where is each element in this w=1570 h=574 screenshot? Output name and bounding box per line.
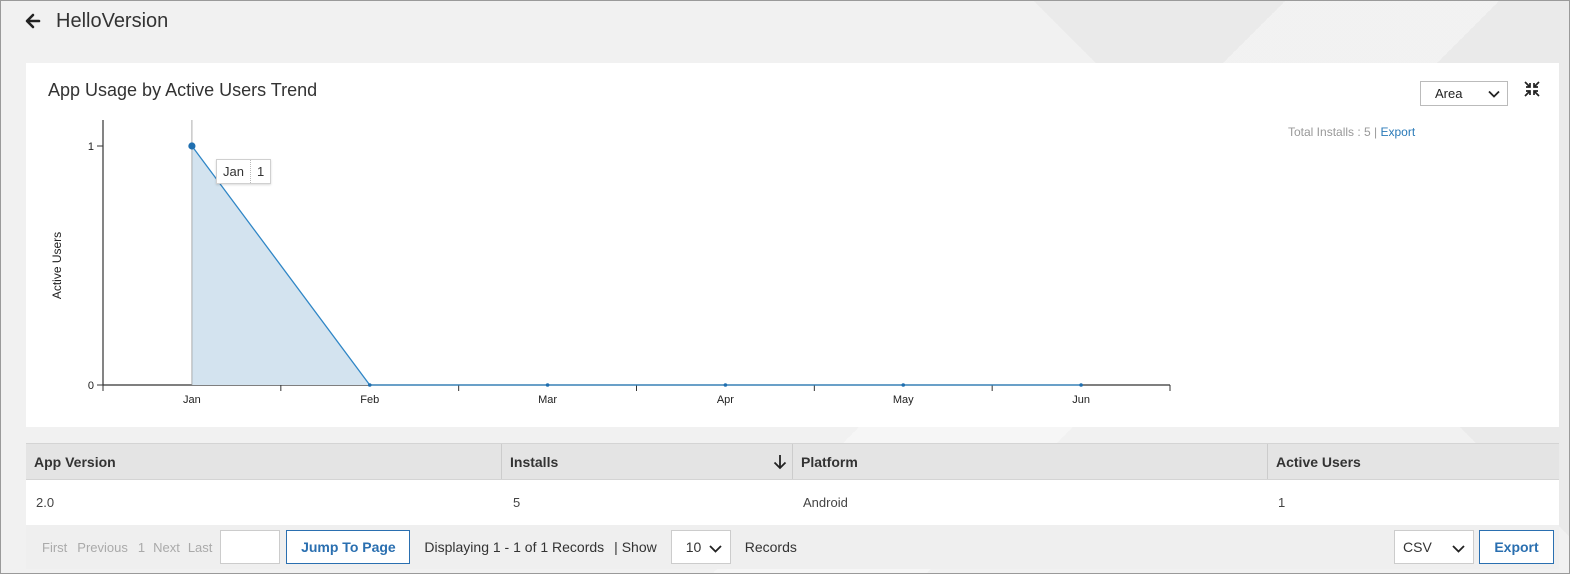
cell-installs: 5 [513,495,521,510]
page-size-select[interactable]: 10 [670,530,731,564]
y-tick-label: 1 [88,141,94,153]
cell-platform: Android [803,495,848,510]
cell-active-users: 1 [1278,495,1286,510]
versions-table: App Version Installs Platform Active Use… [26,443,1559,525]
pager-page-number[interactable]: 1 [138,540,145,555]
pager-last[interactable]: Last [188,540,213,555]
table-body: 2.0 5 Android 1 [26,480,1559,525]
jump-page-input[interactable] [220,530,281,564]
chart-tooltip: Jan 1 [216,159,272,184]
sort-descending-icon[interactable] [772,453,788,471]
back-arrow-icon[interactable] [23,11,43,31]
data-point [1079,383,1083,387]
show-label: | Show [614,539,657,555]
export-format-select[interactable]: CSV [1394,530,1474,564]
col-header-installs[interactable]: Installs [502,444,793,479]
chevron-down-icon [1452,545,1465,553]
installs-summary: Total Installs : 5 | Export [1288,125,1415,139]
chart-type-value: Area [1435,86,1463,101]
area-chart: Jan Feb Mar Apr May Jun 0 1 Active Users [50,120,1171,406]
header: HelloVersion [23,7,168,35]
chart-export-link[interactable]: Export [1381,125,1416,139]
chart-card: App Usage by Active Users Trend Area Tot… [26,63,1559,427]
data-point [723,383,728,387]
pager-next[interactable]: Next [153,540,180,555]
chevron-down-icon [1488,90,1500,98]
installs-summary-text: Total Installs : 5 | [1288,125,1381,139]
col-header-app-version[interactable]: App Version [26,444,502,479]
collapse-icon[interactable] [1523,80,1541,98]
records-label: Records [744,539,797,555]
data-point [367,383,372,387]
data-point [901,383,906,387]
export-button[interactable]: Export [1479,530,1554,564]
records-display-text: Displaying 1 - 1 of 1 Records [424,539,605,555]
x-tick-label: Apr [717,394,734,406]
pager-previous[interactable]: Previous [77,540,128,555]
jump-to-page-button[interactable]: Jump To Page [286,530,411,564]
data-point [545,383,550,387]
x-tick-label: Jan [183,394,201,406]
pagination-bar: First Previous 1 Next Last Jump To Page … [26,525,1559,569]
chart-type-select[interactable]: Area [1420,81,1508,106]
col-header-active-users[interactable]: Active Users [1268,444,1559,479]
x-tick-label: Mar [538,394,557,406]
cell-app-version: 2.0 [36,495,55,510]
x-tick-label: Feb [360,394,379,406]
page-size-value: 10 [685,539,702,555]
col-header-platform[interactable]: Platform [793,444,1268,479]
tooltip-label: Jan [217,160,251,183]
export-format-value: CSV [1403,539,1432,555]
x-tick-label: Jun [1072,394,1090,406]
area-fill [191,146,1082,385]
y-axis-title: Active Users [50,232,64,299]
col-header-installs-label: Installs [510,453,559,470]
chevron-down-icon [709,545,722,553]
tooltip-value: 1 [256,164,265,179]
data-point [188,142,196,150]
table-row[interactable]: 2.0 5 Android 1 [26,480,1559,525]
page-frame: HelloVersion App Usage by Active Users T… [0,0,1570,574]
app-title: HelloVersion [56,9,169,32]
y-tick-label: 0 [88,380,94,392]
pager-first[interactable]: First [42,540,67,555]
x-tick-label: May [893,394,914,406]
table-header: App Version Installs Platform Active Use… [26,443,1559,480]
